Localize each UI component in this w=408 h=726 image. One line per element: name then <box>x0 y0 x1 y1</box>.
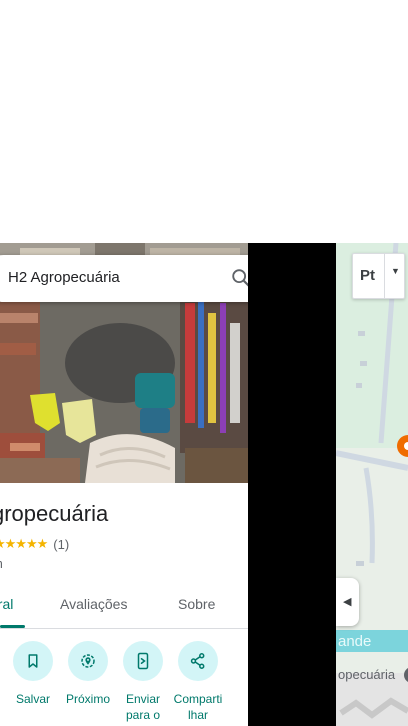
send-to-phone-button[interactable]: Enviar para o <box>115 641 171 723</box>
tab-reviews[interactable]: Avaliações <box>60 596 127 612</box>
place-tabs: eral Avaliações Sobre <box>0 583 248 629</box>
layers-divider <box>384 254 385 298</box>
place-title: gropecuária <box>0 501 109 526</box>
share-icon <box>178 641 218 681</box>
send-to-phone-label: Enviar para o <box>125 692 161 722</box>
rating-stars: ★★★★★ <box>0 536 48 551</box>
nearby-icon <box>68 641 108 681</box>
send-to-phone-icon <box>123 641 163 681</box>
nearby-label: Próximo <box>65 692 110 706</box>
place-side-panel: H2 Agropecuária gropecuária ★★★★★ (1) m … <box>0 243 248 726</box>
screen: H2 Agropecuária gropecuária ★★★★★ (1) m … <box>0 0 408 726</box>
share-button[interactable]: Comparti lhar <box>170 641 226 723</box>
tab-overview[interactable]: eral <box>0 596 13 612</box>
map-road-label: ande <box>338 633 372 650</box>
map-layers-button[interactable]: Pt ▼ <box>352 253 405 299</box>
bookmark-icon <box>13 641 53 681</box>
search-input[interactable]: H2 Agropecuária <box>8 269 120 286</box>
tab-about[interactable]: Sobre <box>178 596 215 612</box>
chevron-down-icon: ▼ <box>391 266 400 276</box>
collapse-panel-button[interactable]: ◀ <box>336 578 359 626</box>
place-distance: m <box>0 556 3 571</box>
search-icon[interactable] <box>230 267 248 289</box>
save-label: Salvar <box>15 692 50 706</box>
active-tab-indicator <box>0 625 25 628</box>
search-box[interactable]: H2 Agropecuária <box>0 255 248 302</box>
save-button[interactable]: Salvar <box>5 641 61 707</box>
rating-row[interactable]: ★★★★★ (1) <box>0 536 69 552</box>
map-tiles <box>336 243 408 726</box>
rating-count[interactable]: (1) <box>53 537 69 552</box>
map-place-label[interactable]: opecuária <box>338 667 395 682</box>
nearby-button[interactable]: Próximo <box>60 641 116 707</box>
map-canvas[interactable] <box>336 243 408 726</box>
layers-label: Pt <box>360 267 375 284</box>
black-gap <box>248 243 336 726</box>
chevron-left-icon: ◀ <box>343 596 352 608</box>
share-label: Comparti lhar <box>173 692 223 722</box>
